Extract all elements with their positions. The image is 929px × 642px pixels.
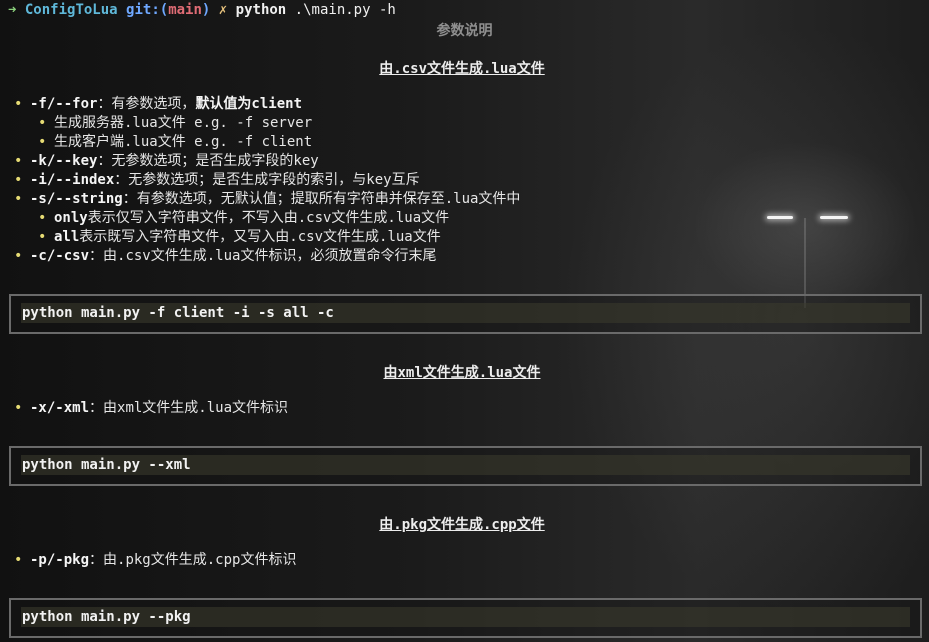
option-description: ：无参数选项；是否生成字段的key — [97, 153, 319, 169]
list-item: 生成客户端.lua文件 e.g. -f client — [38, 133, 520, 152]
option-description: ：由.pkg文件生成.cpp文件标识 — [89, 552, 297, 568]
option-flag: -x/-xml — [30, 400, 90, 416]
prompt-git-label: git: — [126, 2, 160, 18]
doc-title: 参数说明 — [436, 23, 493, 39]
option-list-csv: -f/--for：有参数选项，默认值为client 生成服务器.lua文件 e.… — [14, 95, 520, 266]
option-default: 默认值为client — [195, 96, 303, 112]
prompt-command-args: .\main.py -h — [294, 2, 396, 18]
option-description: ：由.csv文件生成.lua文件标识，必须放置命令行末尾 — [89, 248, 437, 264]
option-description: 表示仅写入字符串文件，不写入由.csv文件生成.lua文件 — [87, 210, 450, 226]
option-description: ：有参数选项，无默认值；提取所有字符串并保存至.lua文件中 — [122, 191, 521, 207]
section-heading-pkg: 由.pkg文件生成.cpp文件 — [379, 517, 545, 533]
option-flag: -s/--string — [30, 191, 123, 207]
option-list-xml: -x/-xml：由xml文件生成.lua文件标识 — [14, 399, 288, 418]
code-example[interactable]: python main.py --pkg — [21, 607, 910, 627]
list-item: -x/-xml：由xml文件生成.lua文件标识 — [14, 399, 288, 418]
list-item: only表示仅写入字符串文件，不写入由.csv文件生成.lua文件 — [38, 209, 520, 228]
prompt-command: python — [235, 2, 287, 18]
code-block-xml: python main.py --xml — [9, 446, 922, 486]
prompt-directory: ConfigToLua — [24, 2, 118, 18]
code-block-csv: python main.py -f client -i -s all -c — [9, 294, 922, 334]
list-item: -i/--index：无参数选项；是否生成字段的索引，与key互斥 — [14, 171, 520, 190]
option-flag: -i/--index — [30, 172, 115, 188]
option-description: 生成客户端.lua文件 e.g. -f client — [54, 134, 313, 150]
prompt-arrow-icon: ➜ — [8, 2, 17, 18]
list-item: 生成服务器.lua文件 e.g. -f server — [38, 114, 520, 133]
option-description: 生成服务器.lua文件 e.g. -f server — [54, 115, 313, 131]
option-description: ：无参数选项；是否生成字段的索引，与key互斥 — [114, 172, 420, 188]
list-item: all表示既写入字符串文件，又写入由.csv文件生成.lua文件 — [38, 228, 520, 247]
list-item: -p/-pkg：由.pkg文件生成.cpp文件标识 — [14, 551, 296, 570]
option-description: 表示既写入字符串文件，又写入由.csv文件生成.lua文件 — [79, 229, 441, 245]
code-block-pkg: python main.py --pkg — [9, 598, 922, 638]
option-flag: all — [54, 229, 80, 245]
option-flag: -p/-pkg — [30, 552, 90, 568]
list-item: -k/--key：无参数选项；是否生成字段的key — [14, 152, 520, 171]
option-flag: only — [54, 210, 88, 226]
section-heading-csv: 由.csv文件生成.lua文件 — [379, 61, 545, 77]
list-item: -s/--string：有参数选项，无默认值；提取所有字符串并保存至.lua文件… — [14, 190, 520, 209]
prompt-branch-close: ) — [201, 2, 211, 18]
prompt-dirty-icon: ✗ — [218, 2, 228, 18]
option-flag: -k/--key — [30, 153, 98, 169]
shell-prompt-line: ➜ ConfigToLua git:(main) ✗ python .\main… — [8, 2, 396, 18]
list-item: -f/--for：有参数选项，默认值为client — [14, 95, 520, 114]
list-item: -c/-csv：由.csv文件生成.lua文件标识，必须放置命令行末尾 — [14, 247, 520, 266]
terminal-output: ➜ ConfigToLua git:(main) ✗ python .\main… — [0, 0, 929, 642]
code-example[interactable]: python main.py -f client -i -s all -c — [21, 303, 910, 323]
prompt-branch-open: ( — [159, 2, 169, 18]
option-description: ：由xml文件生成.lua文件标识 — [89, 400, 289, 416]
option-flag: -c/-csv — [30, 248, 90, 264]
option-list-pkg: -p/-pkg：由.pkg文件生成.cpp文件标识 — [14, 551, 296, 570]
section-heading-xml: 由xml文件生成.lua文件 — [383, 365, 541, 381]
option-flag: -f/--for — [30, 96, 98, 112]
prompt-branch: main — [168, 2, 202, 18]
code-example[interactable]: python main.py --xml — [21, 455, 910, 475]
option-description: ：有参数选项， — [97, 96, 196, 112]
